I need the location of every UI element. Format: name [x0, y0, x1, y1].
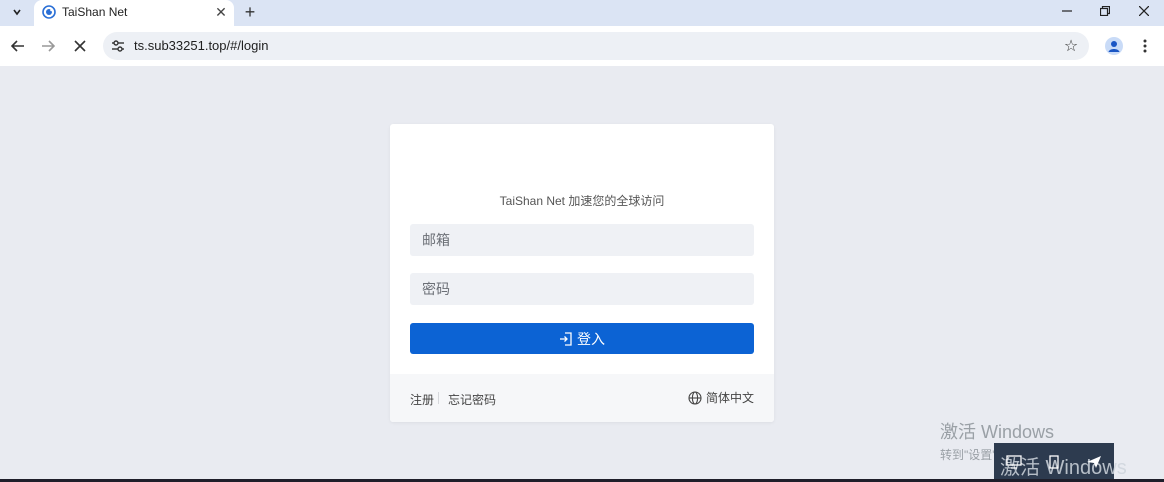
activation-title: 激活 Windows: [940, 422, 1055, 442]
bookmark-star-icon[interactable]: ☆: [1061, 36, 1081, 56]
login-subtitle: TaiShan Net 加速您的全球访问: [499, 194, 665, 208]
minimize-icon: [1062, 10, 1072, 12]
close-window-button[interactable]: [1124, 0, 1164, 22]
site-settings-icon[interactable]: [111, 39, 125, 53]
tab-search-button[interactable]: [6, 2, 28, 22]
card-footer: 注册 忘记密码 简体中文: [390, 374, 774, 422]
register-link[interactable]: 注册: [410, 391, 434, 408]
battery-icon[interactable]: [1046, 455, 1062, 469]
new-tab-button[interactable]: +: [240, 2, 260, 22]
sign-in-icon: [560, 331, 572, 346]
restore-icon: [1100, 6, 1110, 16]
footer-divider: [438, 392, 439, 404]
chevron-down-icon: [13, 9, 21, 16]
active-tab[interactable]: TaiShan Net ✕: [34, 0, 234, 26]
stop-loading-button[interactable]: [70, 36, 90, 56]
browser-toolbar: ts.sub33251.top/#/login ☆: [0, 26, 1164, 66]
globe-icon: [688, 390, 702, 405]
login-button-label: 登入: [577, 330, 605, 347]
more-vertical-icon: [1143, 39, 1147, 53]
language-label: 简体中文: [705, 391, 754, 405]
close-icon: [1139, 6, 1149, 16]
login-button[interactable]: 登入: [410, 323, 754, 354]
forgot-password-link[interactable]: 忘记密码: [448, 391, 496, 408]
system-tray: 激活 Windows: [994, 443, 1127, 482]
tab-title: TaiShan Net: [62, 5, 128, 19]
email-field[interactable]: [410, 224, 754, 256]
language-switcher[interactable]: 简体中文: [688, 389, 754, 406]
login-card: TaiShan Net 加速您的全球访问 登入 注册 忘记密码 简体中文: [390, 124, 774, 422]
monitor-icon[interactable]: [1006, 455, 1022, 469]
close-tab-icon[interactable]: ✕: [212, 3, 230, 21]
browser-menu-button[interactable]: [1135, 36, 1155, 56]
close-icon: [74, 40, 86, 52]
arrow-right-icon: [42, 40, 55, 52]
address-bar[interactable]: ts.sub33251.top/#/login ☆: [103, 32, 1089, 60]
minimize-button[interactable]: [1047, 0, 1087, 22]
profile-button[interactable]: [1104, 36, 1124, 56]
forward-button[interactable]: [38, 36, 58, 56]
site-favicon-icon: [42, 5, 56, 19]
url-text[interactable]: ts.sub33251.top/#/login: [134, 38, 268, 53]
tab-strip: TaiShan Net ✕ +: [0, 0, 1164, 26]
back-button[interactable]: [8, 36, 28, 56]
profile-icon: [1105, 37, 1123, 55]
arrow-left-icon: [11, 40, 24, 52]
password-field[interactable]: [410, 273, 754, 305]
send-icon[interactable]: [1086, 455, 1102, 469]
restore-button[interactable]: [1085, 0, 1125, 22]
